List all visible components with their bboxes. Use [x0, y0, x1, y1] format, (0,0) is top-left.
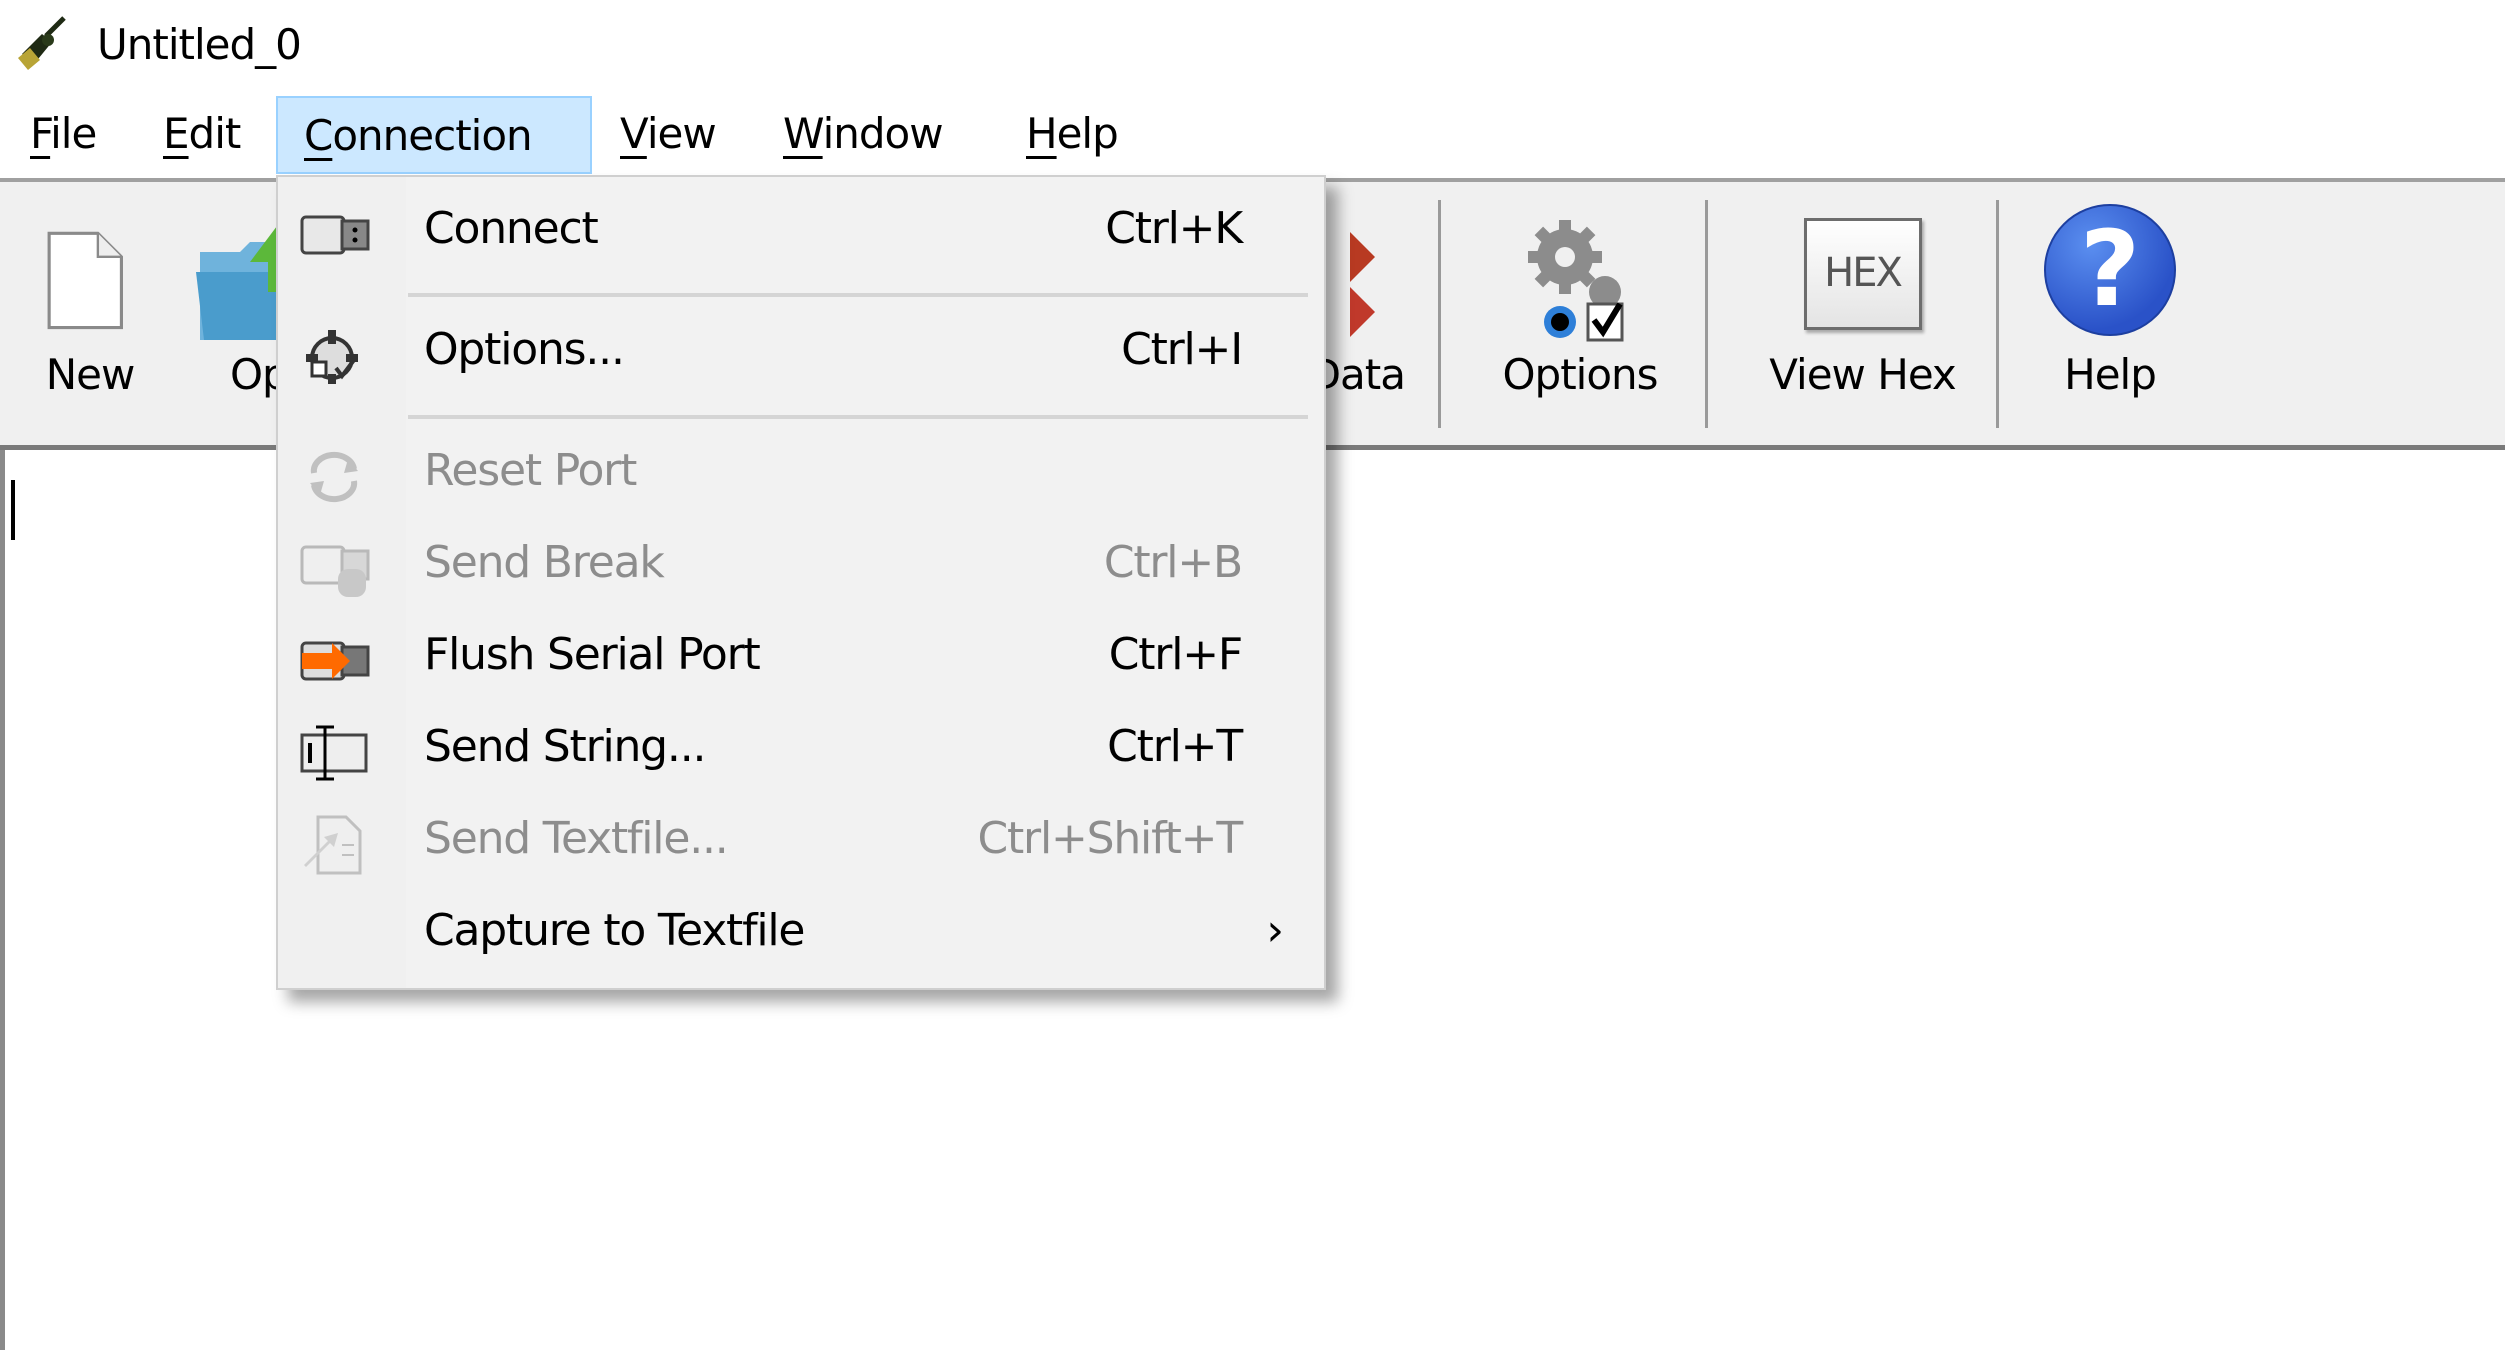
menu-help-mnemonic: H [1026, 109, 1058, 158]
menu-item-send-break-shortcut: Ctrl+B [1103, 537, 1243, 588]
send-textfile-icon [304, 815, 362, 875]
menu-file[interactable]: File [30, 96, 97, 174]
toolbar-options-label: Options [1502, 350, 1658, 399]
menu-view-mnemonic: V [620, 109, 648, 158]
menu-item-flush-serial-port-label: Flush Serial Port [424, 629, 761, 680]
submenu-arrow-icon: › [1266, 905, 1284, 956]
menu-window-label: indow [822, 109, 944, 158]
toolbar-separator [1996, 200, 1999, 428]
text-caret [11, 480, 15, 540]
menu-connection-mnemonic: C [304, 111, 333, 160]
toolbar-separator [1705, 200, 1708, 428]
menu-edit-mnemonic: E [163, 109, 190, 158]
menu-item-send-string-shortcut: Ctrl+T [1107, 721, 1243, 772]
menu-file-mnemonic: F [30, 109, 51, 158]
gear-options-icon [306, 330, 358, 384]
menu-connection[interactable]: Connection [276, 96, 592, 174]
menu-item-options-label: Options... [424, 324, 625, 375]
toolbar-new-button[interactable]: New [20, 182, 160, 444]
menu-item-connect[interactable]: Connect Ctrl+K [278, 191, 1324, 279]
menu-file-label: ile [50, 109, 97, 158]
usb-plug-icon [300, 215, 370, 255]
toolbar-separator [1438, 200, 1441, 428]
menu-edit-label: dit [188, 109, 242, 158]
serial-plug-icon [18, 16, 66, 70]
menu-separator [408, 415, 1308, 419]
window-title: Untitled_0 [97, 20, 302, 69]
send-break-icon [300, 545, 370, 597]
help-icon: ? [2044, 204, 2176, 336]
menu-item-flush-serial-port[interactable]: Flush Serial Port Ctrl+F [278, 617, 1324, 705]
menu-item-reset-port[interactable]: Reset Port [278, 433, 1324, 521]
hex-icon: HEX [1803, 218, 1922, 330]
new-document-icon [47, 231, 123, 330]
menu-item-capture-to-textfile[interactable]: Capture to Textfile › [278, 893, 1324, 981]
menu-window[interactable]: Window [783, 96, 944, 174]
menu-window-mnemonic: W [783, 109, 824, 158]
menu-item-options[interactable]: Options... Ctrl+I [278, 312, 1324, 400]
menu-connection-label: onnection [332, 111, 532, 160]
menu-help-label: elp [1056, 109, 1119, 158]
flush-port-icon [300, 641, 370, 681]
menu-item-reset-port-label: Reset Port [424, 445, 637, 496]
menu-item-connect-label: Connect [424, 203, 599, 254]
title-bar: Untitled_0 [0, 0, 2505, 92]
menu-view-label: iew [646, 109, 717, 158]
toolbar-view-hex-button[interactable]: HEX View Hex [1740, 182, 1985, 444]
options-gears-icon [1528, 220, 1624, 342]
toolbar-options-button[interactable]: Options [1470, 182, 1690, 444]
menu-item-send-break[interactable]: Send Break Ctrl+B [278, 525, 1324, 613]
connection-dropdown-menu: Connect Ctrl+K Options... Ctrl+I Reset P… [276, 175, 1326, 990]
menu-item-capture-to-textfile-label: Capture to Textfile [424, 905, 805, 956]
menu-separator [408, 293, 1308, 297]
menu-item-send-textfile[interactable]: Send Textfile... Ctrl+Shift+T [278, 801, 1324, 889]
menu-item-send-textfile-shortcut: Ctrl+Shift+T [977, 813, 1243, 864]
toolbar-view-hex-label: View Hex [1769, 350, 1957, 399]
menu-bar: File Edit Connection View Window Help [0, 92, 2505, 178]
menu-edit[interactable]: Edit [163, 96, 242, 174]
menu-item-send-break-label: Send Break [424, 537, 665, 588]
menu-item-connect-shortcut: Ctrl+K [1105, 203, 1243, 254]
refresh-icon [310, 451, 358, 503]
menu-help[interactable]: Help [1026, 96, 1119, 174]
toolbar-new-label: New [45, 350, 136, 399]
toolbar-help-button[interactable]: ? Help [2030, 182, 2190, 444]
menu-item-options-shortcut: Ctrl+I [1121, 324, 1243, 375]
toolbar-help-label: Help [2064, 350, 2157, 399]
menu-view[interactable]: View [620, 96, 717, 174]
menu-item-send-string[interactable]: Send String... Ctrl+T [278, 709, 1324, 797]
menu-item-send-string-label: Send String... [424, 721, 706, 772]
menu-item-flush-serial-port-shortcut: Ctrl+F [1108, 629, 1243, 680]
send-string-icon [300, 725, 368, 781]
menu-item-send-textfile-label: Send Textfile... [424, 813, 729, 864]
